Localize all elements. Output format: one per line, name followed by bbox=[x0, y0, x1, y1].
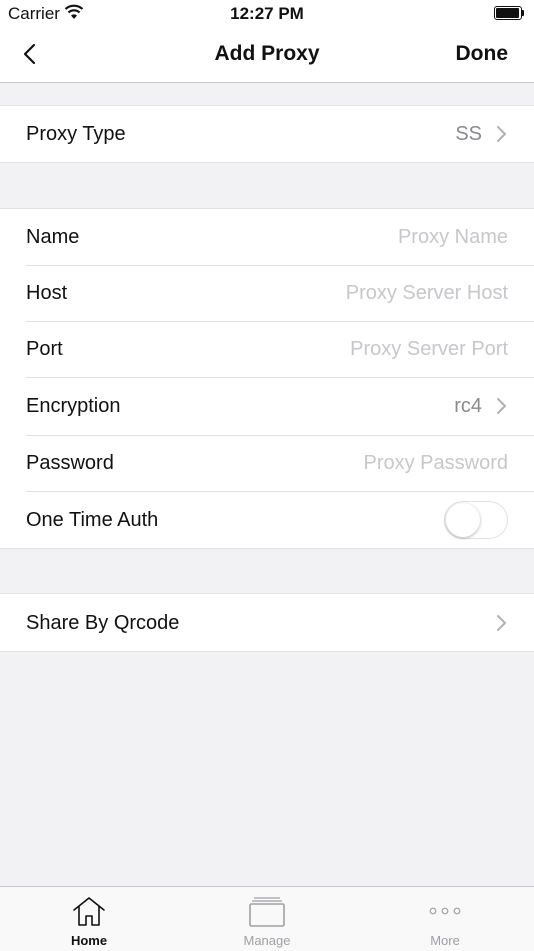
status-bar: Carrier 12:27 PM bbox=[0, 0, 534, 28]
port-input[interactable] bbox=[208, 331, 508, 367]
status-time: 12:27 PM bbox=[230, 4, 304, 23]
tab-more-label: More bbox=[430, 933, 460, 948]
host-row: Host bbox=[0, 265, 534, 321]
proxy-type-group: Proxy Type SS bbox=[0, 105, 534, 163]
share-qrcode-label: Share By Qrcode bbox=[26, 612, 180, 634]
tab-manage[interactable]: Manage bbox=[178, 887, 356, 951]
port-label: Port bbox=[26, 338, 63, 360]
name-label: Name bbox=[26, 226, 80, 248]
tab-manage-label: Manage bbox=[243, 933, 291, 948]
tab-home-label: Home bbox=[70, 933, 108, 948]
proxy-type-value: SS bbox=[455, 123, 482, 145]
chevron-right-icon bbox=[497, 126, 506, 142]
tab-more[interactable]: More bbox=[356, 887, 534, 951]
password-input[interactable] bbox=[208, 445, 508, 481]
port-row: Port bbox=[0, 321, 534, 377]
password-label: Password bbox=[26, 452, 114, 474]
host-input[interactable] bbox=[208, 275, 508, 311]
host-label: Host bbox=[26, 282, 68, 304]
name-input[interactable] bbox=[208, 219, 508, 255]
proxy-details-group: Name Host Port Encryption rc4 Password O… bbox=[0, 208, 534, 549]
one-time-auth-label: One Time Auth bbox=[26, 509, 159, 531]
tab-bar: Home Manage More bbox=[0, 886, 534, 951]
home-icon bbox=[73, 897, 105, 926]
battery-icon bbox=[494, 6, 524, 20]
stack-icon bbox=[249, 897, 285, 927]
encryption-label: Encryption bbox=[26, 395, 121, 417]
more-dots-icon bbox=[429, 907, 461, 915]
one-time-auth-toggle[interactable] bbox=[444, 501, 508, 539]
tab-home[interactable]: Home bbox=[0, 887, 178, 951]
toggle-knob bbox=[446, 503, 480, 537]
encryption-value: rc4 bbox=[454, 395, 482, 417]
share-group: Share By Qrcode bbox=[0, 593, 534, 652]
proxy-type-label: Proxy Type bbox=[26, 123, 126, 145]
one-time-auth-row: One Time Auth bbox=[0, 491, 534, 548]
chevron-right-icon bbox=[497, 398, 506, 414]
proxy-type-row[interactable]: Proxy Type SS bbox=[0, 106, 534, 162]
share-qrcode-row[interactable]: Share By Qrcode bbox=[0, 594, 534, 651]
page-title: Add Proxy bbox=[214, 42, 320, 65]
password-row: Password bbox=[0, 435, 534, 491]
name-row: Name bbox=[0, 209, 534, 265]
navigation-bar: Add Proxy Done bbox=[0, 28, 534, 83]
chevron-right-icon bbox=[497, 615, 506, 631]
done-button[interactable]: Done bbox=[456, 42, 509, 66]
encryption-row[interactable]: Encryption rc4 bbox=[0, 377, 534, 435]
